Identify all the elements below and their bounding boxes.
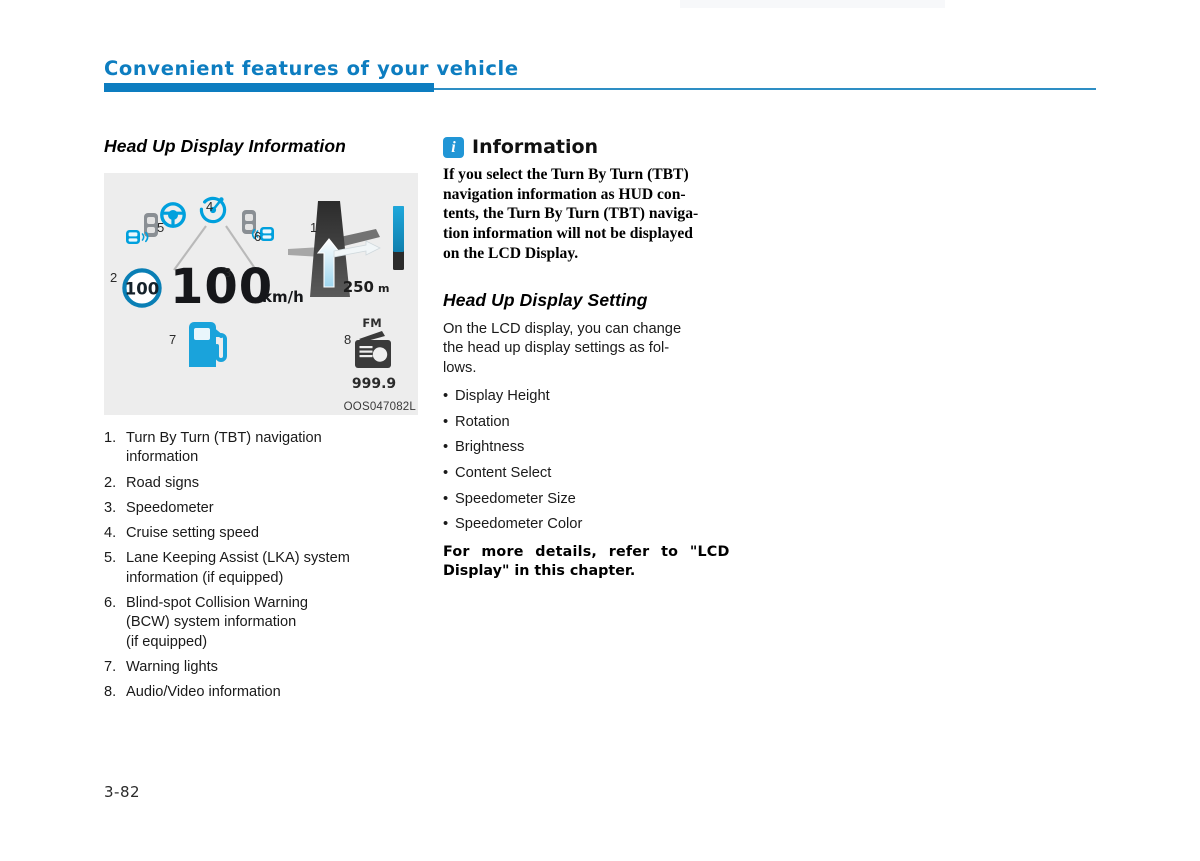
hud-illustration: 100 100 km/h 250 m FM 999.9 4 5 6 1 2 3 … bbox=[104, 173, 418, 415]
setting-intro-line: the head up display settings as fol- bbox=[443, 340, 670, 357]
information-line: tents, the Turn By Turn (TBT) naviga- bbox=[443, 205, 699, 223]
list-item-text: Blind-spot Collision Warning bbox=[126, 595, 308, 612]
list-item-text: Turn By Turn (TBT) navigation bbox=[126, 430, 322, 446]
list-item-text: Lane Keeping Assist (LKA) system bbox=[126, 550, 350, 567]
list-item-text: Cruise setting speed bbox=[126, 525, 260, 542]
list-item: 8. Audio/Video information bbox=[104, 683, 418, 702]
page-number: 3-82 bbox=[104, 783, 141, 801]
information-callout-header: i Information bbox=[443, 136, 758, 158]
radio-band-label: FM bbox=[362, 316, 381, 330]
list-item-number: 3. bbox=[104, 499, 117, 516]
list-item: 2. Road signs bbox=[104, 474, 418, 493]
setting-option-speedometer-size: Speedometer Size bbox=[443, 487, 758, 513]
information-line: on the LCD Display. bbox=[443, 244, 579, 262]
callout-number-8: 8 bbox=[344, 332, 352, 347]
list-item-text: Warning lights bbox=[126, 658, 218, 675]
callout-number-7: 7 bbox=[169, 332, 177, 347]
list-item-text-cont: information (if equipped) bbox=[126, 569, 284, 586]
list-item-text-cont: (BCW) system information bbox=[126, 614, 297, 631]
information-line: tion information will not be displayed bbox=[443, 225, 693, 243]
nav-distance-value: 250 bbox=[343, 278, 374, 296]
information-line: If you select the Turn By Turn (TBT) bbox=[443, 166, 689, 183]
left-column: Head Up Display Information 100 100 km/h… bbox=[104, 136, 418, 709]
setting-option-speedometer-color: Speedometer Color bbox=[443, 512, 758, 538]
callout-number-3: 3 bbox=[224, 265, 232, 280]
bcw-left-icon bbox=[126, 213, 158, 244]
section-title-head-up-display-information: Head Up Display Information bbox=[104, 136, 346, 156]
list-item-number: 7. bbox=[104, 658, 117, 675]
manual-page: Convenient features of your vehicle Head… bbox=[0, 0, 1200, 861]
list-item-number: 4. bbox=[104, 525, 117, 542]
more-details-note: For more details, refer to "LCD Display"… bbox=[443, 543, 758, 582]
list-item-text: Audio/Video information bbox=[126, 684, 281, 701]
list-item: 5. Lane Keeping Assist (LKA) system info… bbox=[104, 549, 418, 588]
figure-caption-code: OOS047082L bbox=[343, 401, 416, 413]
list-item-text-cont2: (if equipped) bbox=[126, 633, 208, 650]
lka-steering-wheel-icon bbox=[160, 202, 186, 228]
list-item: 3. Speedometer bbox=[104, 499, 418, 518]
setting-options-list: Display Height Rotation Brightness Conte… bbox=[443, 384, 758, 538]
callout-number-2: 2 bbox=[110, 270, 118, 285]
hud-illustration-svg: 100 100 km/h 250 m FM 999.9 bbox=[122, 196, 404, 392]
list-item-text: Road signs bbox=[126, 474, 200, 491]
callout-number-5: 5 bbox=[157, 220, 165, 235]
list-item-number: 8. bbox=[104, 684, 117, 701]
setting-option-brightness: Brightness bbox=[443, 435, 758, 461]
setting-option-content-select: Content Select bbox=[443, 461, 758, 487]
radio-frequency-value: 999.9 bbox=[352, 376, 396, 392]
header-rule-thick bbox=[104, 83, 434, 92]
setting-intro-line: On the LCD display, you can change bbox=[443, 320, 682, 337]
hud-element-legend-list: 1. Turn By Turn (TBT) navigation informa… bbox=[104, 429, 418, 703]
list-item: 7. Warning lights bbox=[104, 658, 418, 677]
list-item-text: Speedometer bbox=[126, 499, 214, 516]
radio-icon bbox=[355, 331, 391, 368]
header-rule-thin bbox=[434, 88, 1096, 90]
more-details-line: Display" in this chapter. bbox=[443, 563, 636, 580]
nav-distance-bar bbox=[393, 206, 404, 270]
top-edge-artifact bbox=[680, 0, 945, 8]
list-item-text-cont: information bbox=[126, 449, 199, 466]
information-line: navigation information as HUD con- bbox=[443, 185, 686, 203]
fuel-pump-warning-icon bbox=[189, 322, 227, 367]
setting-intro-line: lows. bbox=[443, 359, 477, 376]
list-item-number: 2. bbox=[104, 474, 117, 491]
callout-number-4: 4 bbox=[206, 199, 214, 214]
list-item-number: 6. bbox=[104, 595, 117, 612]
setting-option-display-height: Display Height bbox=[443, 384, 758, 410]
right-column: i Information If you select the Turn By … bbox=[443, 136, 758, 582]
information-title: Information bbox=[472, 136, 599, 158]
callout-number-1: 1 bbox=[310, 220, 318, 235]
list-item-number: 1. bbox=[104, 430, 117, 446]
list-item: 6. Blind-spot Collision Warning (BCW) sy… bbox=[104, 594, 418, 652]
speedometer-unit: km/h bbox=[262, 288, 304, 306]
information-icon: i bbox=[443, 136, 464, 158]
speedometer-value: 100 bbox=[170, 259, 273, 315]
list-item: 4. Cruise setting speed bbox=[104, 524, 418, 543]
road-sign-icon: 100 bbox=[122, 268, 162, 308]
setting-option-rotation: Rotation bbox=[443, 410, 758, 436]
callout-number-6: 6 bbox=[254, 229, 262, 244]
information-paragraph: If you select the Turn By Turn (TBT) nav… bbox=[443, 165, 758, 264]
setting-intro-paragraph: On the LCD display, you can change the h… bbox=[443, 320, 758, 379]
list-item-number: 5. bbox=[104, 550, 117, 567]
section-title-head-up-display-setting: Head Up Display Setting bbox=[443, 289, 648, 310]
list-item: 1. Turn By Turn (TBT) navigation informa… bbox=[104, 429, 418, 468]
nav-distance-unit: m bbox=[378, 282, 389, 295]
road-sign-speed-value: 100 bbox=[125, 280, 159, 299]
more-details-line: For more details, refer to "LCD bbox=[443, 543, 730, 560]
page-running-header: Convenient features of your vehicle bbox=[104, 57, 519, 80]
